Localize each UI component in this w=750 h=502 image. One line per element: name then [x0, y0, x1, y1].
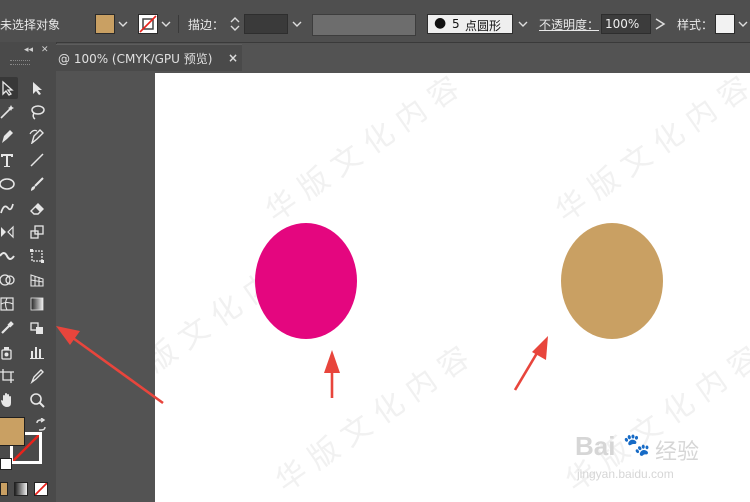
- baidu-logo-suffix: 经验: [655, 439, 700, 464]
- opacity-field[interactable]: 100%: [601, 14, 651, 34]
- column-graph-tool-icon[interactable]: [26, 341, 48, 363]
- opacity-label[interactable]: 不透明度：: [539, 16, 599, 33]
- toolbox-panel: ◂◂ ✕: [0, 42, 57, 502]
- eraser-tool-icon[interactable]: [26, 197, 48, 219]
- curvature-tool-icon[interactable]: [26, 125, 48, 147]
- brush-chevron-icon[interactable]: [516, 15, 530, 33]
- magic-wand-tool-icon[interactable]: [0, 101, 18, 123]
- svg-text:华 版 文 化 内 容: 华 版 文 化 内 容: [270, 340, 477, 499]
- reflect-tool-icon[interactable]: [0, 221, 18, 243]
- variable-width-profile[interactable]: [312, 14, 416, 36]
- slice-tool-icon[interactable]: [26, 365, 48, 387]
- control-bar: 未选择对象 描边： ● 5 点圆形 不透明度： 100% 样式：: [0, 0, 750, 43]
- panel-close-icon[interactable]: ✕: [41, 45, 49, 55]
- document-tabbar: [242, 44, 750, 71]
- opacity-value: 100%: [605, 17, 640, 31]
- line-segment-tool-icon[interactable]: [26, 149, 48, 171]
- document-tab-title: @ 100% (CMYK/GPU 预览): [58, 52, 213, 66]
- stroke-dropdown-chevron-icon[interactable]: [159, 15, 173, 33]
- svg-text:华 版 文 化 内 容: 华 版 文 化 内 容: [550, 73, 750, 230]
- swap-fill-stroke-icon[interactable]: [34, 417, 48, 435]
- color-mode-icon[interactable]: [0, 482, 8, 496]
- baidu-logo-text: Bai: [575, 431, 616, 461]
- panel-collapse-icon[interactable]: ◂◂: [24, 45, 33, 55]
- free-transform-tool-icon[interactable]: [26, 245, 48, 267]
- style-label: 样式：: [677, 18, 714, 32]
- live-paint-bucket-tool-icon[interactable]: [26, 317, 48, 339]
- zoom-tool-icon[interactable]: [26, 389, 48, 411]
- stroke-label: 描边：: [188, 18, 225, 32]
- fill-dropdown-chevron-icon[interactable]: [116, 15, 130, 33]
- brush-shape-value: 点圆形: [465, 19, 502, 33]
- paintbrush-tool-icon[interactable]: [26, 173, 48, 195]
- panel-grip[interactable]: [10, 60, 30, 65]
- svg-text:华 版 文 化 内 容: 华 版 文 化 内 容: [260, 73, 467, 230]
- style-chevron-icon[interactable]: [736, 15, 750, 33]
- mesh-tool-icon[interactable]: [0, 293, 18, 315]
- gradient-mode-icon[interactable]: [14, 482, 28, 496]
- selection-status-label: 未选择对象: [0, 18, 61, 32]
- stroke-weight-chevron-icon[interactable]: [290, 15, 304, 33]
- close-tab-icon[interactable]: ×: [228, 51, 238, 65]
- none-mode-icon[interactable]: [34, 482, 48, 496]
- gradient-tool-icon[interactable]: [26, 293, 48, 315]
- control-divider: [178, 15, 179, 33]
- scale-tool-icon[interactable]: [26, 221, 48, 243]
- shape-builder-tool-icon[interactable]: [0, 269, 18, 291]
- brush-dot-icon: ●: [434, 15, 447, 31]
- ellipse-tool-icon[interactable]: [0, 173, 18, 195]
- brush-size-value: 5: [452, 17, 460, 31]
- brush-definition-field[interactable]: ● 5 点圆形: [427, 14, 513, 34]
- opacity-arrow-icon[interactable]: [654, 17, 666, 31]
- pen-tool-icon[interactable]: [0, 125, 18, 147]
- artboard-tool-icon[interactable]: [0, 365, 18, 387]
- symbol-sprayer-tool-icon[interactable]: [0, 341, 18, 363]
- graphic-style-swatch[interactable]: [715, 14, 735, 34]
- stroke-none-swatch[interactable]: [138, 14, 158, 34]
- selection-tool-icon[interactable]: [0, 77, 18, 99]
- type-tool-icon[interactable]: [0, 149, 18, 171]
- width-tool-icon[interactable]: [0, 245, 18, 267]
- direct-selection-tool-icon[interactable]: [26, 77, 48, 99]
- baidu-url-text: jingyan.baidu.com: [577, 467, 674, 481]
- document-tab[interactable]: @ 100% (CMYK/GPU 预览) ×: [56, 44, 242, 72]
- toolbox-fill-swatch-front[interactable]: [0, 417, 25, 446]
- tan-circle[interactable]: [561, 223, 663, 339]
- hand-tool-icon[interactable]: [0, 389, 18, 411]
- default-fill-stroke-icon[interactable]: [0, 458, 12, 470]
- stroke-weight-stepper[interactable]: [228, 14, 242, 34]
- shaper-tool-icon[interactable]: [0, 197, 18, 219]
- eyedropper-tool-icon[interactable]: [0, 317, 18, 339]
- magenta-circle[interactable]: [255, 223, 357, 339]
- stroke-weight-field[interactable]: [244, 14, 288, 34]
- lasso-tool-icon[interactable]: [26, 101, 48, 123]
- baidu-paw-icon: 🐾: [623, 433, 651, 458]
- artboard[interactable]: 华 版 文 化 内 容 华 版 文 化 内 容 版 文 化 内 容 华 版 文 …: [155, 73, 750, 502]
- perspective-grid-tool-icon[interactable]: [26, 269, 48, 291]
- fill-color-swatch[interactable]: [95, 14, 115, 34]
- stroke-none-icon: [139, 15, 157, 33]
